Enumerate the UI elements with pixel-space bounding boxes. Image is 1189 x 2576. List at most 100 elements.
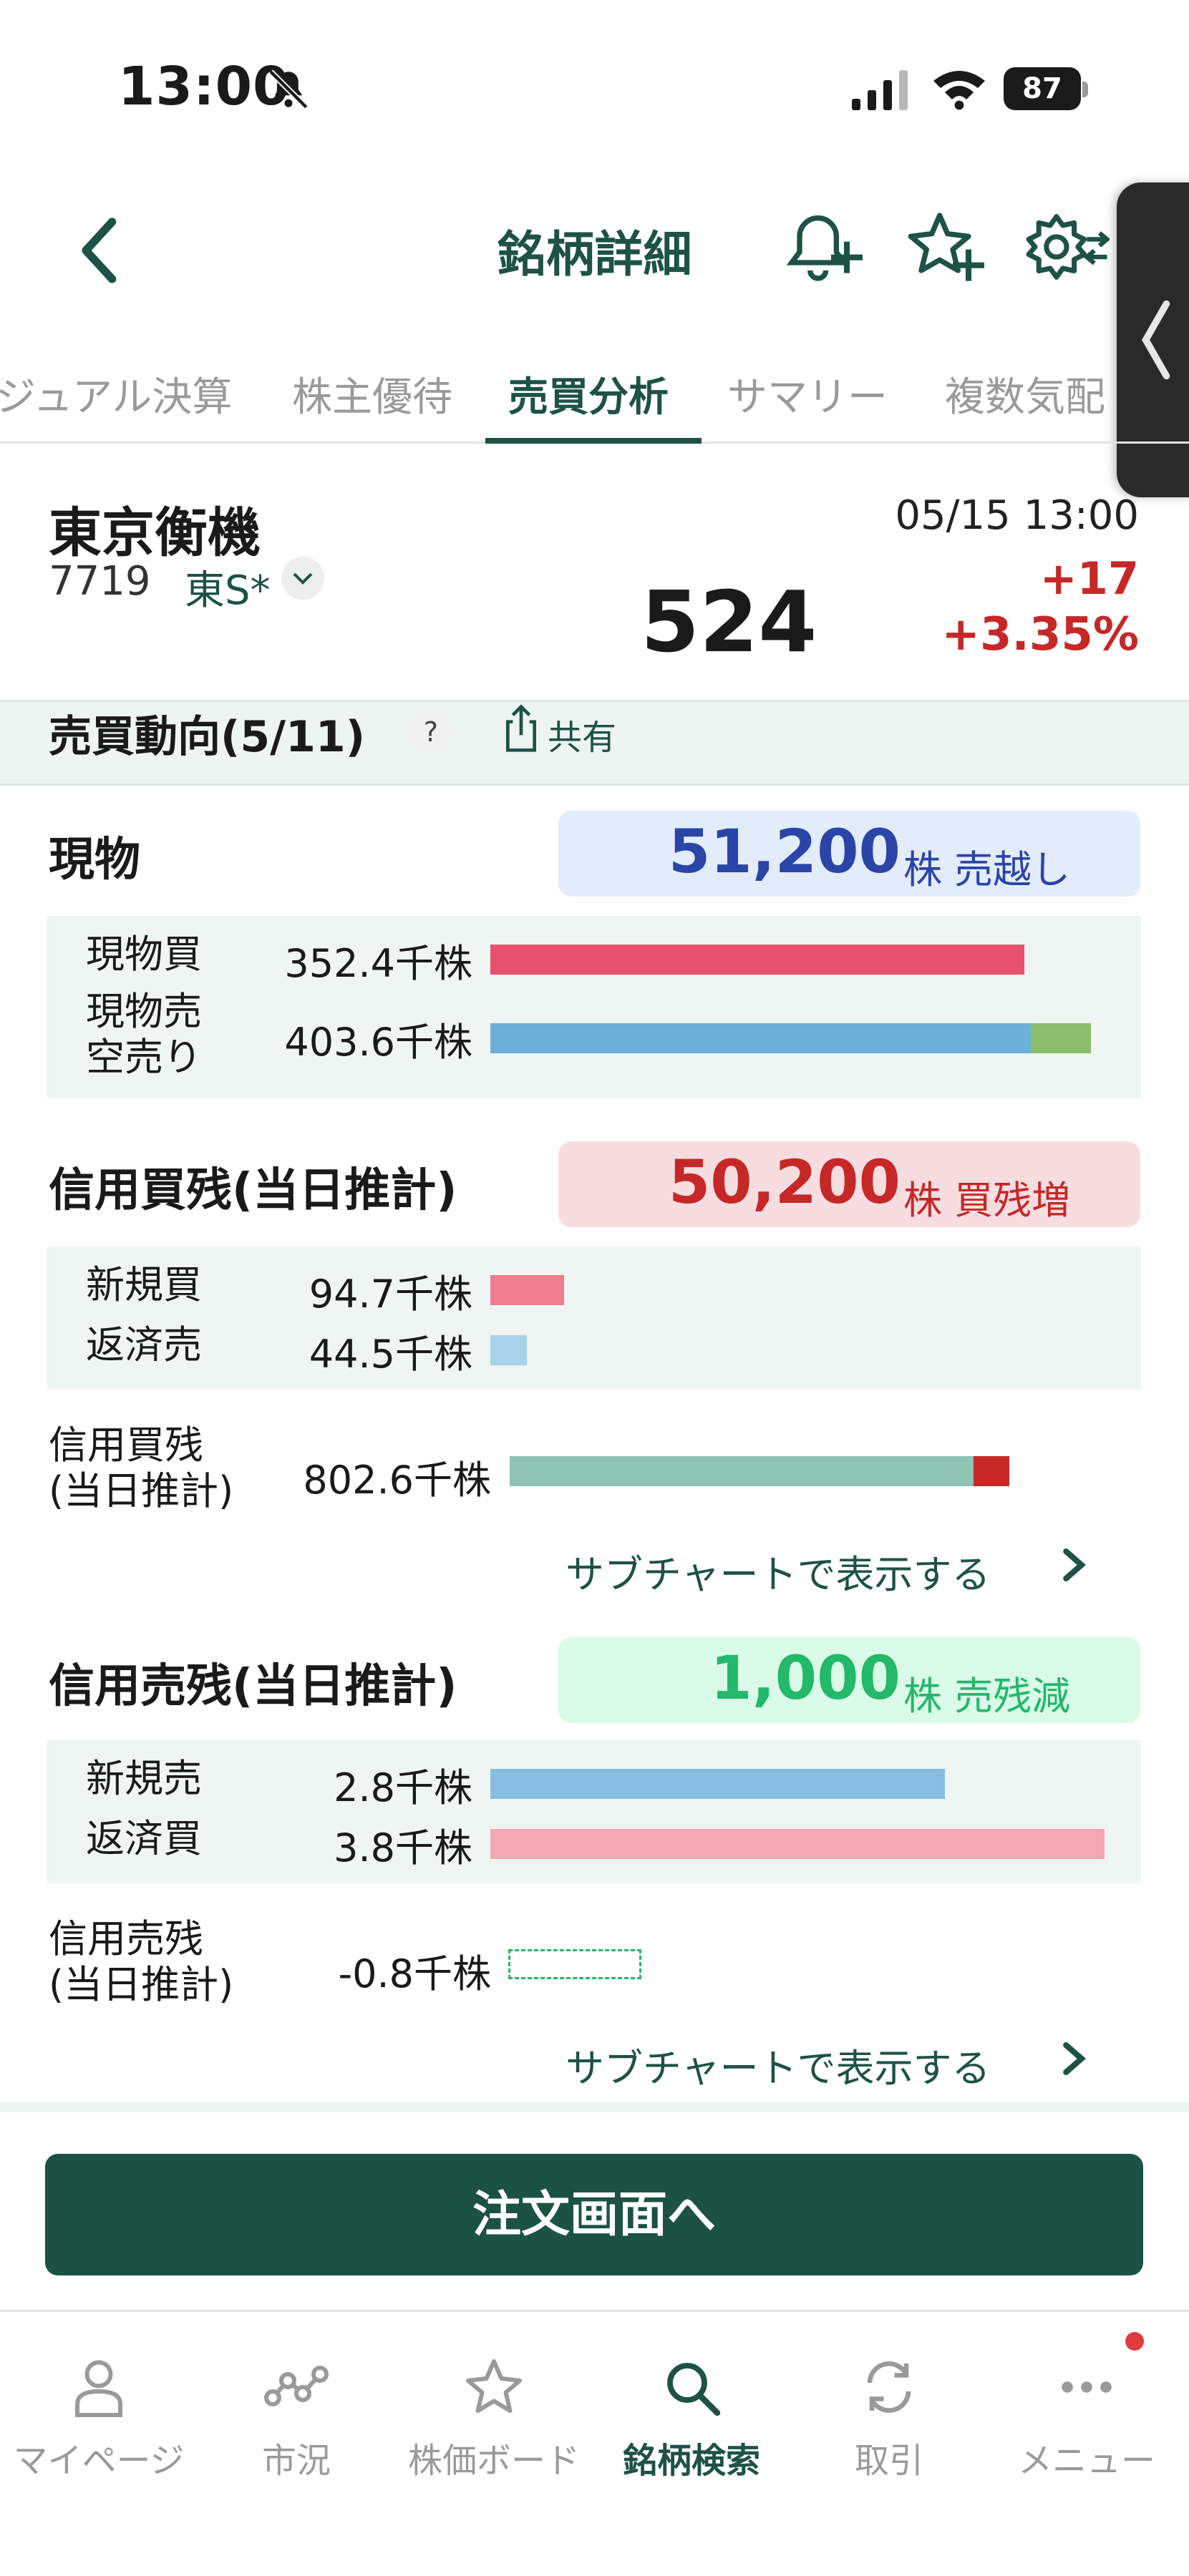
bell-off-icon [268, 69, 309, 109]
repay-sell-label: 返済売 [86, 1322, 202, 1367]
nav-stock-board-label: 株価ボード [407, 2441, 580, 2481]
margin-sell-summary-value: 1,000 [710, 1643, 901, 1713]
search-icon [667, 2363, 721, 2416]
repay-buy-label: 返済買 [86, 1816, 202, 1861]
star-icon [466, 2359, 522, 2413]
battery-indicator: 87 [1004, 67, 1088, 110]
nav-market[interactable]: 市況 [198, 2355, 395, 2482]
margin-sell-balance-empty-bar [508, 1949, 641, 1979]
margin-buy-panel: 新規買 94.7千株 返済売 44.5千株 [47, 1246, 1141, 1390]
margin-buy-subchart-link[interactable]: サブチャートで表示する [566, 1543, 990, 1599]
spot-summary-unit: 株 売越し [903, 847, 1071, 892]
nav-mypage-label: マイページ [13, 2441, 185, 2481]
spot-buy-label: 現物買 [86, 932, 202, 977]
margin-sell-panel: 新規売 2.8千株 返済買 3.8千株 [47, 1740, 1141, 1883]
section-divider [0, 2102, 1189, 2112]
stock-info: 東京衡機 7719 東S* 05/15 13:00 524 +17 +3.35% [0, 444, 1189, 701]
new-buy-value: 94.7千株 [309, 1272, 472, 1317]
margin-sell-balance-value: -0.8千株 [338, 1951, 491, 1996]
tab-summary[interactable]: サマリー [727, 365, 888, 423]
spot-buy-value: 352.4千株 [284, 941, 472, 986]
page-title: 銘柄詳細 [497, 227, 692, 283]
add-alert-bell-icon[interactable] [784, 208, 863, 286]
stock-code: 7719 [49, 558, 151, 605]
price-change-percent: +3.35% [941, 608, 1139, 661]
chevron-right-icon[interactable] [1059, 2039, 1088, 2078]
new-sell-bar [490, 1769, 945, 1799]
notification-dot [1125, 2332, 1144, 2351]
spot-sell-value: 403.6千株 [284, 1020, 472, 1065]
repay-buy-value: 3.8千株 [334, 1825, 472, 1870]
nav-market-label: 市況 [261, 2441, 331, 2481]
new-buy-bar [490, 1275, 564, 1305]
spot-summary-badge: 51,200 株 売越し [558, 811, 1140, 897]
spot-panel: 現物買 352.4千株 現物売 空売り 403.6千株 [47, 916, 1141, 1098]
person-icon [75, 2360, 122, 2417]
nav-stock-board[interactable]: 株価ボード [395, 2355, 593, 2482]
cellular-signal-icon [852, 70, 908, 110]
margin-buy-increase-bar [974, 1456, 1009, 1486]
more-icon [1062, 2381, 1112, 2393]
margin-sell-title: 信用売残(当日推計) [49, 1660, 457, 1713]
spot-sell-bar [490, 1023, 1031, 1053]
refresh-icon [867, 2361, 911, 2413]
quote-datetime: 05/15 13:00 [895, 492, 1139, 539]
repay-buy-bar [490, 1829, 1105, 1859]
battery-tip [1082, 82, 1088, 97]
new-buy-label: 新規買 [86, 1262, 202, 1307]
wifi-icon [933, 71, 985, 110]
margin-buy-summary-badge: 50,200 株 買残増 [558, 1141, 1140, 1227]
margin-buy-title: 信用買残(当日推計) [49, 1164, 457, 1217]
margin-buy-balance-value: 802.6千株 [303, 1458, 491, 1503]
help-icon[interactable]: ? [409, 711, 452, 753]
margin-sell-balance-label: 信用売残 (当日推計) [49, 1916, 234, 2007]
nav-trade[interactable]: 取引 [790, 2355, 988, 2482]
settings-gear-icon[interactable] [1024, 208, 1110, 286]
chevron-down-icon [293, 572, 313, 585]
nav-stock-search-label: 銘柄検索 [622, 2441, 760, 2481]
order-screen-button[interactable]: 注文画面へ [45, 2154, 1143, 2275]
market-icon [264, 2366, 329, 2406]
repay-sell-value: 44.5千株 [309, 1332, 472, 1377]
short-sell-bar [1031, 1023, 1091, 1053]
margin-sell-summary-unit: 株 売残減 [903, 1674, 1071, 1719]
current-price: 524 [641, 572, 817, 671]
add-favorite-star-icon[interactable] [906, 208, 984, 286]
tab-visual-earnings[interactable]: ジュアル決算 [0, 365, 232, 423]
repay-sell-bar [490, 1335, 527, 1365]
share-icon[interactable] [501, 703, 541, 753]
chevron-right-icon[interactable] [1059, 1546, 1088, 1584]
nav-mypage[interactable]: マイページ [0, 2355, 198, 2482]
new-sell-label: 新規売 [86, 1756, 202, 1801]
detail-tabs: ジュアル決算 株主優待 売買分析 サマリー 複数気配 [0, 351, 1189, 444]
bottom-navigation: マイページ 市況 株価ボード 銘柄検索 取引 メニュー [0, 2310, 1189, 2576]
market-label[interactable]: 東S* [185, 558, 271, 616]
spot-title: 現物 [49, 834, 140, 887]
nav-trade-label: 取引 [854, 2441, 923, 2481]
trend-title: 売買動向(5/11) [49, 712, 366, 762]
margin-buy-balance-bar [510, 1456, 974, 1486]
trading-trend-header: 売買動向(5/11) ? 共有 [0, 700, 1189, 786]
tab-multi-quotes[interactable]: 複数気配 [945, 365, 1105, 423]
tab-shareholder-benefits[interactable]: 株主優待 [292, 365, 452, 423]
new-sell-value: 2.8千株 [334, 1765, 472, 1810]
spot-sell-label: 現物売 空売り [86, 989, 202, 1080]
margin-sell-subchart-link[interactable]: サブチャートで表示する [566, 2036, 990, 2093]
margin-sell-summary-badge: 1,000 株 売残減 [558, 1637, 1140, 1723]
active-tab-indicator [485, 438, 702, 444]
tab-trading-analysis[interactable]: 売買分析 [508, 365, 669, 423]
market-dropdown[interactable] [281, 557, 324, 600]
stock-name: 東京衡機 [49, 502, 261, 564]
nav-menu-label: メニュー [1017, 2441, 1155, 2481]
margin-buy-summary-unit: 株 買残増 [903, 1178, 1071, 1223]
price-change: +17 [1039, 552, 1139, 605]
nav-stock-search[interactable]: 銘柄検索 [593, 2355, 790, 2482]
share-label[interactable]: 共有 [548, 709, 616, 759]
spot-summary-value: 51,200 [668, 816, 901, 887]
margin-buy-summary-value: 50,200 [668, 1147, 901, 1217]
status-bar: 13:00 87 [0, 0, 1189, 165]
spot-buy-bar [490, 945, 1024, 975]
margin-buy-balance-label: 信用買残 (当日推計) [49, 1423, 234, 1513]
nav-menu[interactable]: メニュー [988, 2355, 1185, 2482]
battery-level: 87 [1004, 67, 1081, 110]
